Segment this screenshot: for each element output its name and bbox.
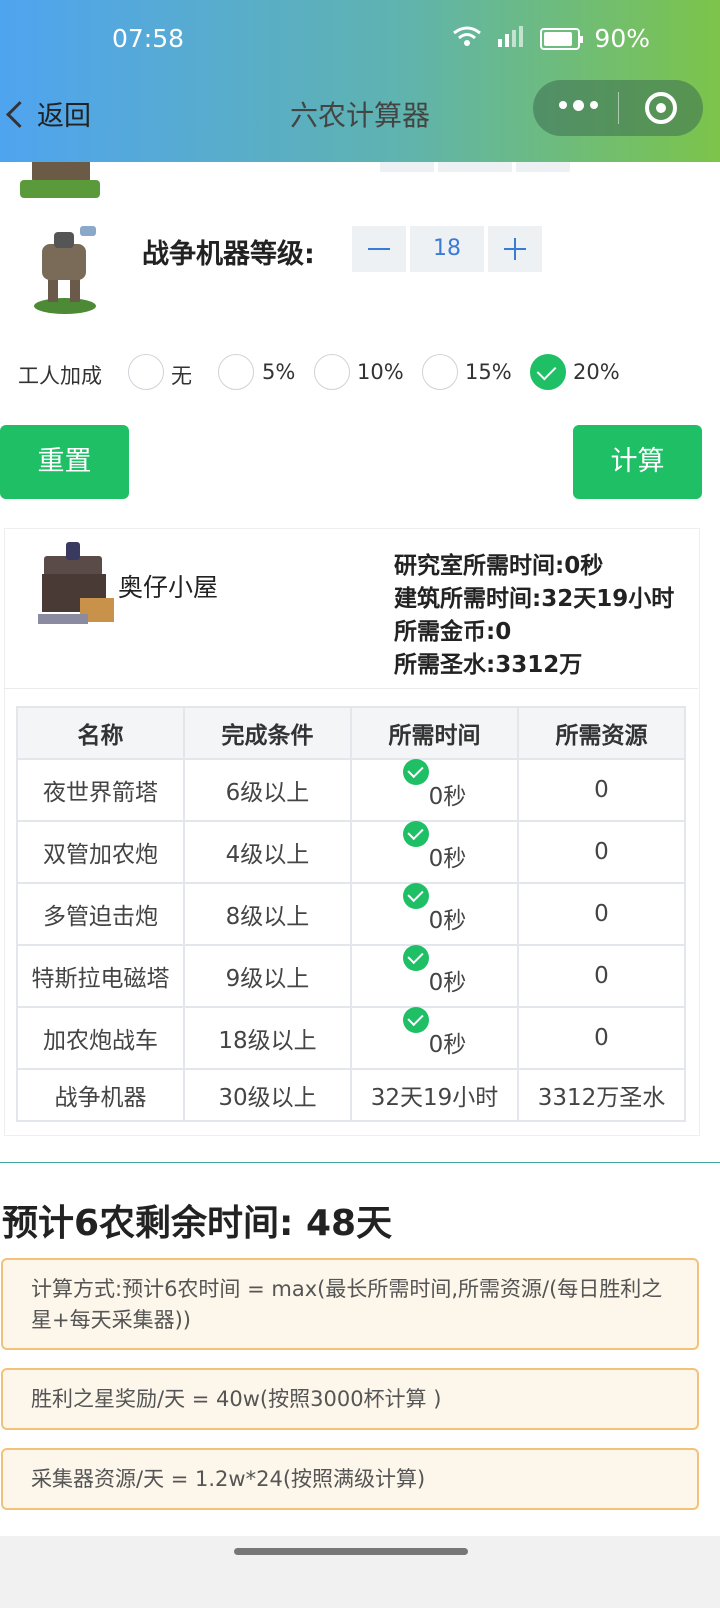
table-row: 加农炮战车 18级以上 0秒 0 xyxy=(16,1006,686,1070)
build-time: 建筑所需时间:32天19小时 xyxy=(394,586,675,612)
table-row: 夜世界箭塔 6级以上 0秒 0 xyxy=(16,758,686,822)
radio-15[interactable] xyxy=(422,354,458,390)
radio-none[interactable] xyxy=(128,354,164,390)
radio-10-label: 10% xyxy=(357,360,404,384)
close-target-icon[interactable] xyxy=(645,92,677,124)
radio-5[interactable] xyxy=(218,354,254,390)
star-reward-note: 胜利之星奖励/天 = 40w(按照3000杯计算 ) xyxy=(1,1368,699,1430)
check-icon xyxy=(402,759,429,785)
table-row: 战争机器 30级以上 32天19小时 3312万圣水 xyxy=(16,1068,686,1122)
increment-button[interactable] xyxy=(488,226,542,272)
battery-icon xyxy=(540,27,584,50)
check-icon xyxy=(402,945,429,971)
building-name: 奥仔小屋 xyxy=(118,573,219,602)
more-icon[interactable] xyxy=(559,100,598,111)
wifi-icon xyxy=(452,24,482,53)
bottom-bar xyxy=(0,1536,720,1608)
calculate-button[interactable]: 计算 xyxy=(573,425,702,499)
col-resource: 所需资源 xyxy=(517,706,686,760)
table-header-row: 名称 完成条件 所需时间 所需资源 xyxy=(16,706,686,760)
decrement-button[interactable] xyxy=(352,226,406,272)
col-name: 名称 xyxy=(16,706,185,760)
col-condition: 完成条件 xyxy=(183,706,352,760)
check-icon xyxy=(402,883,429,909)
radio-20[interactable] xyxy=(530,354,566,390)
header-bar: 07:58 90% 返回 六农计算器 xyxy=(0,0,720,162)
requirements-table: 名称 完成条件 所需时间 所需资源 夜世界箭塔 6级以上 0秒 0 双管加农炮 … xyxy=(16,706,686,1122)
check-icon xyxy=(402,821,429,847)
status-icons: 90% xyxy=(452,24,650,53)
radio-5-label: 5% xyxy=(262,360,296,384)
signal-icon xyxy=(496,24,526,53)
formula-note: 计算方式:预计6农时间 = max(最长所需时间,所需资源/(每日胜利之星+每天… xyxy=(1,1258,699,1350)
radio-20-label: 20% xyxy=(573,360,620,384)
elixir-cost: 所需圣水:3312万 xyxy=(394,652,583,678)
status-time: 07:58 xyxy=(112,24,185,53)
war-machine-image xyxy=(30,226,100,314)
table-row: 特斯拉电磁塔 9级以上 0秒 0 xyxy=(16,944,686,1008)
war-machine-level-label: 战争机器等级: xyxy=(142,239,315,270)
war-machine-level-stepper: 18 xyxy=(352,226,542,272)
battery-percent: 90% xyxy=(594,24,650,53)
reset-button[interactable]: 重置 xyxy=(0,425,129,499)
lab-time: 研究室所需时间:0秒 xyxy=(394,553,604,579)
table-row: 多管迫击炮 8级以上 0秒 0 xyxy=(16,882,686,946)
gold-cost: 所需金币:0 xyxy=(394,619,512,645)
divider xyxy=(0,1162,720,1163)
level-value[interactable]: 18 xyxy=(410,226,484,272)
worker-bonus-label: 工人加成 xyxy=(18,364,102,388)
radio-none-label: 无 xyxy=(171,364,192,388)
check-icon xyxy=(402,1007,429,1033)
estimate-heading: 预计6农剩余时间: 48天 xyxy=(2,1203,393,1244)
col-time: 所需时间 xyxy=(350,706,519,760)
radio-15-label: 15% xyxy=(465,360,512,384)
home-indicator[interactable] xyxy=(234,1548,468,1555)
builder-hut-image xyxy=(38,542,116,624)
miniprogram-capsule xyxy=(533,80,703,136)
table-row: 双管加农炮 4级以上 0秒 0 xyxy=(16,820,686,884)
collector-note: 采集器资源/天 = 1.2w*24(按照满级计算) xyxy=(1,1448,699,1510)
radio-10[interactable] xyxy=(314,354,350,390)
